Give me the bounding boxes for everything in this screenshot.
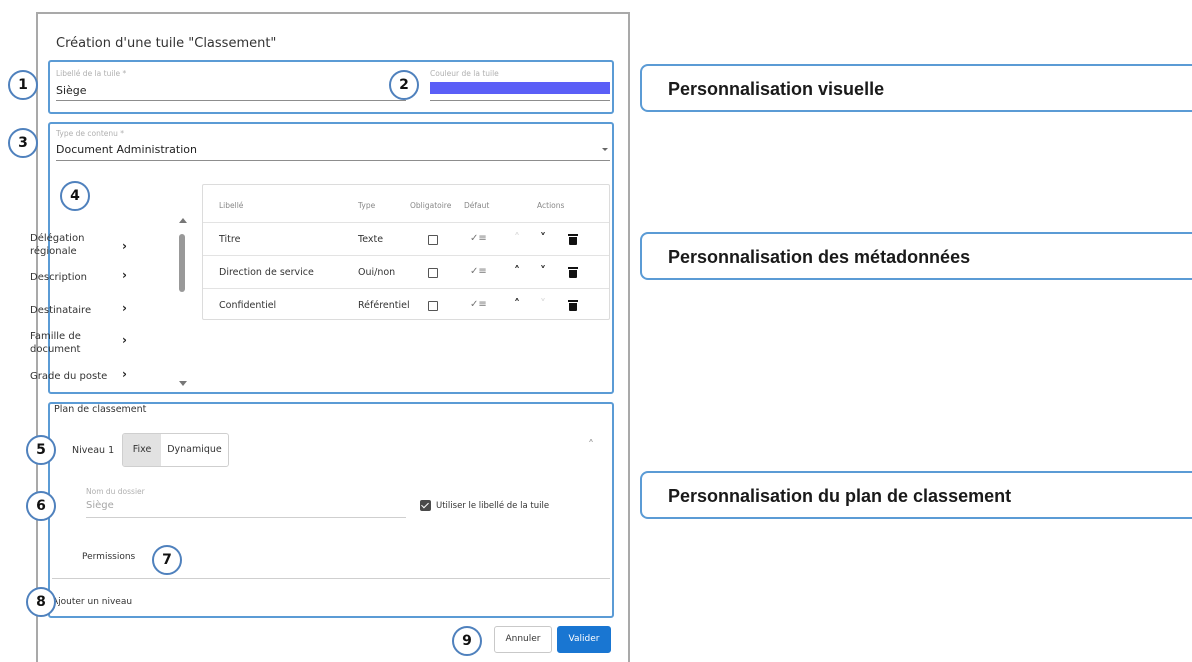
move-down-icon[interactable]: ˅ xyxy=(540,231,546,245)
tile-label-field-label: Libellé de la tuile * xyxy=(56,69,127,78)
row-type: Référentiel xyxy=(358,300,410,311)
use-tile-label-text: Utiliser le libellé de la tuile xyxy=(436,501,550,511)
field-list-item-label: Famille de document xyxy=(30,331,81,355)
column-header-type: Type xyxy=(358,201,376,210)
tile-color-swatch[interactable] xyxy=(430,82,610,94)
cancel-button[interactable]: Annuler xyxy=(494,626,552,653)
column-header-label: Libellé xyxy=(219,201,244,210)
default-value-icon[interactable]: ✓≡ xyxy=(470,233,487,244)
row-type: Oui/non xyxy=(358,267,396,278)
delete-icon[interactable] xyxy=(568,267,578,278)
use-tile-label-checkbox[interactable] xyxy=(420,500,431,511)
callout-plan-text: Personnalisation du plan de classement xyxy=(668,486,1012,506)
chevron-right-icon[interactable]: › xyxy=(122,240,127,253)
delete-icon[interactable] xyxy=(568,300,578,311)
content-type-dropdown-icon[interactable] xyxy=(602,148,608,151)
table-row: Titre Texte ✓≡ ˄ ˅ xyxy=(203,222,609,255)
tile-color-field-label: Couleur de la tuile xyxy=(430,69,499,78)
level-mode-toggle: Fixe Dynamique xyxy=(122,433,229,467)
default-value-icon[interactable]: ✓≡ xyxy=(470,299,487,310)
move-up-icon: ˄ xyxy=(514,231,520,245)
required-checkbox[interactable] xyxy=(428,301,438,311)
delete-icon[interactable] xyxy=(568,234,578,245)
move-down-icon: ˅ xyxy=(540,297,546,311)
row-label: Direction de service xyxy=(219,267,314,278)
content-type-underline xyxy=(56,160,610,161)
field-list-item[interactable]: Grade du poste › xyxy=(30,368,158,385)
content-type-field-label: Type de contenu * xyxy=(56,129,125,138)
dialog-title: Création d'une tuile "Classement" xyxy=(56,36,277,51)
field-list-item-label: Destinataire xyxy=(30,305,92,316)
field-list-item-label: Description xyxy=(30,272,87,283)
chevron-right-icon[interactable]: › xyxy=(122,269,127,282)
step-badge-5: 5 xyxy=(26,435,56,465)
collapse-icon[interactable]: ˄ xyxy=(588,438,594,452)
column-header-default: Défaut xyxy=(464,201,490,210)
default-value-icon[interactable]: ✓≡ xyxy=(470,266,487,277)
chevron-right-icon[interactable]: › xyxy=(122,368,127,381)
mode-dynamic-button[interactable]: Dynamique xyxy=(161,434,228,466)
folder-name-field-label: Nom du dossier xyxy=(86,487,145,496)
level-label: Niveau 1 xyxy=(72,445,115,456)
field-list-item[interactable]: Description › xyxy=(30,269,158,286)
table-row: Confidentiel Référentiel ✓≡ ˄ ˅ xyxy=(203,288,609,321)
step-badge-3: 3 xyxy=(8,128,38,158)
metadata-table: Libellé Type Obligatoire Défaut Actions … xyxy=(202,184,610,320)
field-list-scrollbar[interactable] xyxy=(176,218,188,386)
chevron-right-icon[interactable]: › xyxy=(122,302,127,315)
permissions-label[interactable]: Permissions xyxy=(82,552,135,562)
plan-title: Plan de classement xyxy=(54,404,147,415)
move-up-icon[interactable]: ˄ xyxy=(514,297,520,311)
step-badge-1: 1 xyxy=(8,70,38,100)
required-checkbox[interactable] xyxy=(428,235,438,245)
row-label: Confidentiel xyxy=(219,300,277,311)
field-list-item[interactable]: Délégation régionale › xyxy=(30,232,158,262)
folder-name-underline xyxy=(86,517,406,518)
scroll-down-icon[interactable] xyxy=(179,381,187,386)
step-badge-4: 4 xyxy=(60,181,90,211)
mode-fixed-button[interactable]: Fixe xyxy=(123,434,161,466)
move-down-icon[interactable]: ˅ xyxy=(540,264,546,278)
scroll-thumb[interactable] xyxy=(179,234,185,292)
field-list-item-label: Grade du poste xyxy=(30,371,108,382)
step-badge-8: 8 xyxy=(26,587,56,617)
callout-metadata: Personnalisation des métadonnées xyxy=(640,232,1192,280)
validate-button[interactable]: Valider xyxy=(557,626,611,653)
column-header-required: Obligatoire xyxy=(410,201,452,210)
callout-metadata-text: Personnalisation des métadonnées xyxy=(668,247,971,267)
folder-name-input[interactable]: Siège xyxy=(86,500,114,511)
chevron-right-icon[interactable]: › xyxy=(122,334,127,347)
content-type-select[interactable]: Document Administration xyxy=(56,143,606,156)
step-badge-7: 7 xyxy=(152,545,182,575)
column-header-actions: Actions xyxy=(537,201,565,210)
tile-label-input[interactable]: Siège xyxy=(56,84,406,97)
callout-visual-text: Personnalisation visuelle xyxy=(668,79,885,99)
field-list-item[interactable]: Famille de document › xyxy=(30,330,158,360)
scroll-up-icon[interactable] xyxy=(179,218,187,223)
required-checkbox[interactable] xyxy=(428,268,438,278)
add-level-link[interactable]: Ajouter un niveau xyxy=(52,597,132,607)
step-badge-9: 9 xyxy=(452,626,482,656)
callout-plan: Personnalisation du plan de classement xyxy=(640,471,1192,519)
step-badge-6: 6 xyxy=(26,491,56,521)
permissions-divider xyxy=(52,578,610,579)
field-list-item-label: Délégation régionale xyxy=(30,233,85,257)
row-type: Texte xyxy=(358,234,384,245)
step-badge-2: 2 xyxy=(389,70,419,100)
move-up-icon[interactable]: ˄ xyxy=(514,264,520,278)
tile-label-underline xyxy=(56,100,406,101)
callout-visual: Personnalisation visuelle xyxy=(640,64,1192,112)
tile-color-underline xyxy=(430,100,610,101)
row-label: Titre xyxy=(219,234,241,245)
field-list-item[interactable]: Destinataire › xyxy=(30,302,158,319)
table-row: Direction de service Oui/non ✓≡ ˄ ˅ xyxy=(203,255,609,288)
